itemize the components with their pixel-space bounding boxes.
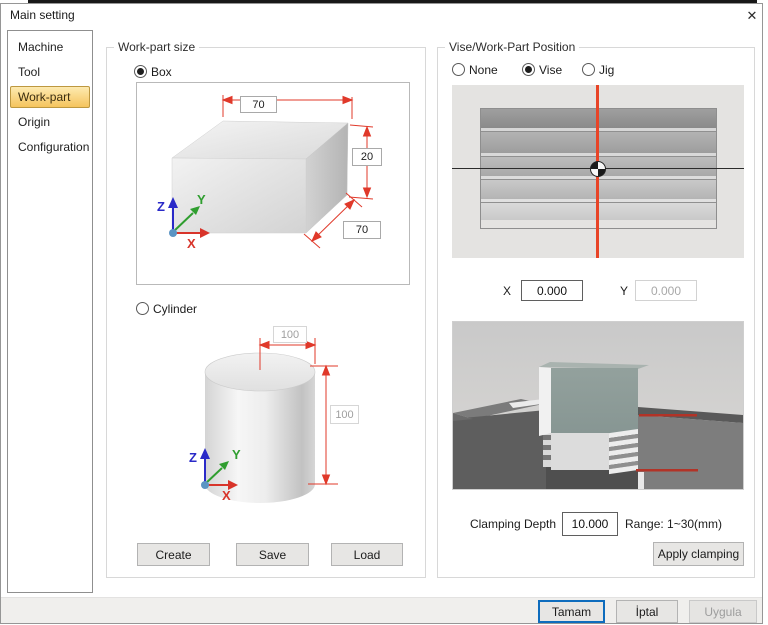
load-button[interactable]: Load — [331, 543, 403, 566]
cylinder-diameter-input[interactable] — [273, 326, 307, 343]
render-red-line-bottom — [636, 469, 698, 472]
sidebar-item-configuration[interactable]: Configuration — [11, 135, 89, 160]
jig-radio[interactable] — [582, 63, 595, 76]
box-preview-svg: Z Y X — [137, 83, 409, 284]
cylinder-radio[interactable] — [136, 302, 149, 315]
create-button[interactable]: Create — [137, 543, 210, 566]
y-position-input[interactable] — [635, 280, 697, 301]
box-depth-input[interactable] — [343, 221, 381, 239]
box-width-input[interactable] — [240, 96, 277, 113]
cylinder-preview: Z Y X — [150, 318, 400, 515]
vise-render-svg — [453, 322, 743, 489]
sidebar-item-origin[interactable]: Origin — [11, 110, 89, 135]
sidebar-item-tool[interactable]: Tool — [11, 60, 89, 85]
render-right-serrations — [609, 429, 639, 474]
jig-radio-label: Jig — [599, 63, 614, 77]
render-jaw-block — [551, 433, 609, 470]
y-position-label: Y — [620, 284, 628, 298]
cylinder-radio-row[interactable]: Cylinder — [136, 301, 197, 316]
none-radio-row[interactable]: None — [452, 62, 498, 77]
save-button[interactable]: Save — [236, 543, 309, 566]
close-icon[interactable]: ✕ — [742, 6, 762, 25]
apply-clamping-button[interactable]: Apply clamping — [653, 542, 744, 566]
jig-radio-row[interactable]: Jig — [582, 62, 614, 77]
origin-dot — [169, 229, 177, 237]
axis-y-label: Y — [232, 447, 241, 462]
vise-position-group-title: Vise/Work-Part Position — [445, 40, 579, 54]
axis-z-label: Z — [189, 450, 197, 465]
axis-z-label: Z — [157, 199, 165, 214]
render-workpiece — [539, 362, 649, 436]
vise-top-view[interactable] — [452, 85, 744, 258]
cylinder-height-input[interactable] — [330, 405, 359, 424]
box-radio-label: Box — [151, 65, 172, 79]
x-position-input[interactable] — [521, 280, 583, 301]
vise-radio[interactable] — [522, 63, 535, 76]
axis-x-label: X — [222, 488, 231, 503]
box-radio[interactable] — [134, 65, 147, 78]
vise-radio-row[interactable]: Vise — [522, 62, 562, 77]
datum-center-marker-icon — [590, 161, 606, 177]
none-radio[interactable] — [452, 63, 465, 76]
ok-button[interactable]: Tamam — [538, 600, 605, 623]
box-height-input[interactable] — [352, 148, 382, 166]
sidebar-item-machine[interactable]: Machine — [11, 35, 89, 60]
axis-y-label: Y — [197, 192, 206, 207]
cylinder-preview-svg: Z Y X — [150, 318, 400, 515]
background-window-strip — [28, 0, 757, 4]
sidebar-item-work-part[interactable]: Work-part — [10, 86, 90, 108]
clamping-depth-input[interactable] — [562, 512, 618, 536]
clamping-range-label: Range: 1~30(mm) — [625, 517, 722, 531]
vise-3d-render — [452, 321, 744, 490]
vise-radio-label: Vise — [539, 63, 562, 77]
cylinder-radio-label: Cylinder — [153, 302, 197, 316]
box-3d-shape — [172, 121, 348, 233]
render-left-jaw — [453, 399, 548, 489]
box-radio-row[interactable]: Box — [134, 64, 172, 79]
render-right-jaw — [638, 407, 743, 489]
origin-dot — [201, 481, 209, 489]
window-title: Main setting — [10, 8, 75, 22]
axis-x-label: X — [187, 236, 196, 251]
x-position-label: X — [503, 284, 511, 298]
render-red-line-top — [639, 414, 697, 417]
cancel-button[interactable]: İptal — [616, 600, 678, 623]
workpart-size-group-title: Work-part size — [114, 40, 199, 54]
sidebar: Machine Tool Work-part Origin Configurat… — [7, 30, 93, 593]
none-radio-label: None — [469, 63, 498, 77]
cylinder-3d-shape — [205, 353, 315, 503]
apply-button[interactable]: Uygula — [689, 600, 757, 623]
clamping-depth-label: Clamping Depth — [448, 517, 556, 531]
